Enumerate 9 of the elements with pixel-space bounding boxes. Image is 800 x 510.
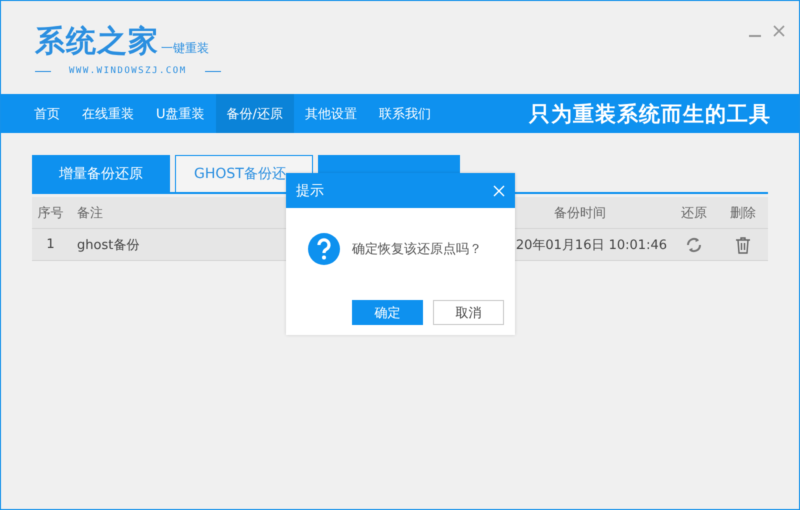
- dialog-message: 确定恢复该还原点吗？: [352, 241, 482, 258]
- logo-title: 系统之家: [35, 23, 159, 61]
- column-header: 删除: [718, 197, 768, 229]
- column-header: 序号: [32, 197, 69, 229]
- slogan: 只为重装系统而生的工具: [529, 100, 771, 128]
- column-header: 还原: [670, 197, 718, 229]
- logo-url: WWW.WINDOWSZJ.COM: [68, 66, 188, 76]
- logo-subtitle: 一键重装: [161, 40, 209, 57]
- table-cell: 1: [32, 229, 69, 261]
